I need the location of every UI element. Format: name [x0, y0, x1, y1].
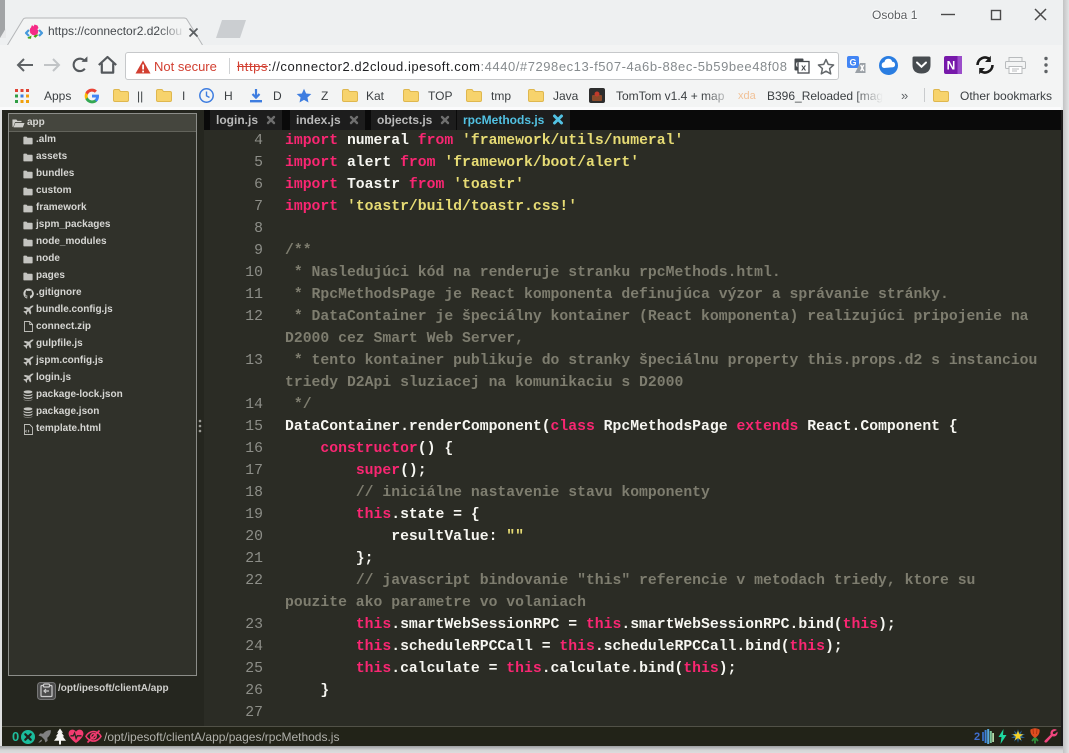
- svg-text:N: N: [947, 59, 956, 73]
- svg-text:x: x: [801, 63, 806, 73]
- svg-text:G: G: [849, 58, 856, 68]
